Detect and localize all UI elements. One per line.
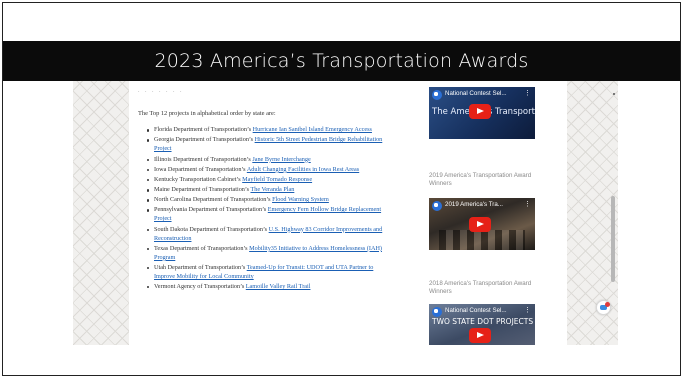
video-caption: 2018 America's Transportation Award Winn… xyxy=(429,280,532,296)
article-content: . . . . . . . The Top 12 projects in alp… xyxy=(129,81,401,345)
projects-list: Florida Department of Transportation’s H… xyxy=(138,126,393,292)
video-title: National Contest Sel... xyxy=(445,90,507,97)
list-item: Iowa Department of Transportation’s Adul… xyxy=(147,166,393,175)
project-link[interactable]: Adult Changing Facilities in Iowa Rest A… xyxy=(247,166,359,173)
page-scrollbar[interactable] xyxy=(611,196,615,282)
list-item: Kentucky Transportation Cabinet’s Mayfie… xyxy=(147,176,393,185)
cropped-text-line: . . . . . . . xyxy=(138,88,184,94)
video-caption: 2019 America's Transportation Award Winn… xyxy=(429,172,532,188)
video-title: National Contest Sel... xyxy=(445,307,507,314)
embedded-webpage-screenshot: . . . . . . . The Top 12 projects in alp… xyxy=(73,81,618,345)
list-item: Texas Department of Transportation’s Mob… xyxy=(147,245,393,263)
project-link[interactable]: Mayfield Tornado Response xyxy=(242,176,312,183)
list-item: South Dakota Department of Transportatio… xyxy=(147,226,393,244)
project-link[interactable]: Jane Byrne Interchange xyxy=(252,156,310,163)
play-button-icon[interactable] xyxy=(469,328,491,343)
award-ceremony-image xyxy=(439,230,525,250)
video-thumbnail-1[interactable]: National Contest Sel... ⋮ The America's … xyxy=(429,87,535,139)
more-options-icon[interactable]: ⋮ xyxy=(524,200,531,208)
video-thumbnail-2[interactable]: 2019 America's Tra... ⋮ xyxy=(429,198,535,250)
list-item: Utah Department of Transportation’s Team… xyxy=(147,264,393,282)
slide-frame: 2023 America’s Transportation Awards . .… xyxy=(2,2,681,376)
project-link[interactable]: The Veranda Plan xyxy=(250,186,294,193)
play-button-icon[interactable] xyxy=(469,104,491,119)
list-item: Maine Department of Transportation’s The… xyxy=(147,186,393,195)
channel-logo-icon xyxy=(432,90,442,100)
channel-logo-icon xyxy=(432,307,442,317)
slide-title: 2023 America’s Transportation Awards xyxy=(3,41,680,81)
video-thumbnail-3[interactable]: National Contest Sel... ⋮ TWO STATE DOT … xyxy=(429,304,535,345)
video-title: 2019 America's Tra... xyxy=(445,201,503,208)
more-options-icon[interactable]: ⋮ xyxy=(524,89,531,97)
more-options-icon[interactable]: ⋮ xyxy=(524,306,531,314)
list-item: North Carolina Department of Transportat… xyxy=(147,196,393,205)
chat-bubble-icon[interactable] xyxy=(596,300,611,315)
channel-logo-icon xyxy=(432,201,442,211)
video-overlay-text: TWO STATE DOT PROJECTS WIN xyxy=(432,317,535,326)
list-item: Pennsylvania Department of Transportatio… xyxy=(147,206,393,224)
article-intro: The Top 12 projects in alphabetical orde… xyxy=(138,110,276,117)
video-sidebar: National Contest Sel... ⋮ The America's … xyxy=(429,81,567,345)
project-link[interactable]: Lamoille Valley Rail Trail xyxy=(246,283,311,290)
column-gutter xyxy=(401,81,429,345)
page-edge-mark xyxy=(613,93,615,95)
play-button-icon[interactable] xyxy=(469,217,491,232)
list-item: Vermont Agency of Transportation’s Lamoi… xyxy=(147,283,393,292)
project-link[interactable]: Hurricane Ian Sanibel Island Emergency A… xyxy=(253,126,372,133)
list-item: Florida Department of Transportation’s H… xyxy=(147,126,393,135)
list-item: Illinois Department of Transportation’s … xyxy=(147,156,393,165)
left-pattern-background xyxy=(73,81,129,345)
list-item: Georgia Department of Transportation’s H… xyxy=(147,136,393,154)
project-link[interactable]: Flood Warning System xyxy=(272,196,329,203)
